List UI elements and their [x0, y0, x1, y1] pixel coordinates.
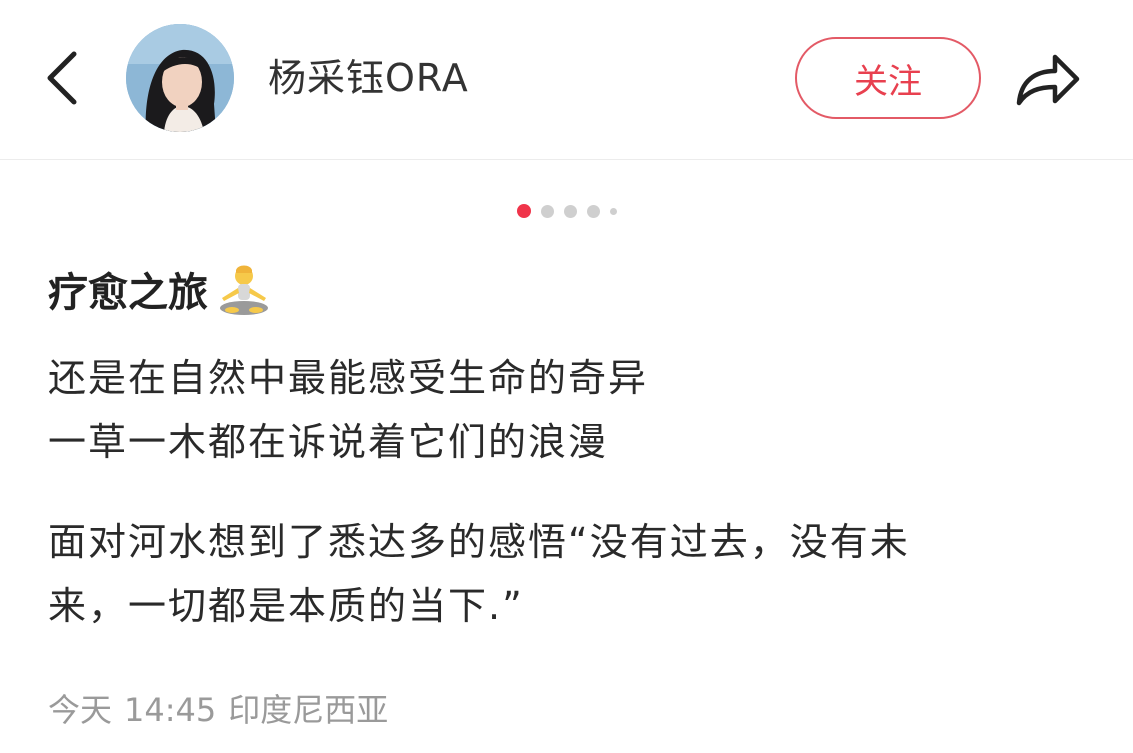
follow-button[interactable]: 关注	[795, 37, 981, 119]
carousel-dot	[563, 204, 577, 218]
avatar-image	[126, 24, 234, 132]
post-body-line: 还是在自然中最能感受生命的奇异	[48, 356, 649, 400]
post-body-line: 面对河水想到了悉达多的感悟“没有过去，没有未	[48, 520, 910, 564]
carousel-dot	[586, 204, 600, 218]
post-title-text: 疗愈之旅	[48, 270, 208, 316]
share-button[interactable]	[1008, 44, 1088, 114]
post-date: 今天	[48, 691, 113, 729]
lotus-position-icon	[212, 264, 276, 322]
share-arrow-icon	[1016, 54, 1080, 106]
avatar[interactable]	[126, 24, 234, 132]
post-title: 疗愈之旅	[48, 262, 276, 324]
carousel-dot	[540, 204, 554, 218]
carousel-indicator	[0, 202, 1133, 220]
post-location[interactable]: 印度尼西亚	[228, 691, 388, 729]
post-time: 14:45	[124, 691, 217, 729]
username[interactable]: 杨采钰ORA	[268, 50, 469, 106]
back-button[interactable]	[38, 48, 86, 108]
chevron-left-icon	[47, 51, 77, 105]
carousel-dot-active	[516, 204, 531, 218]
post-body-line: 一草一木都在诉说着它们的浪漫	[48, 420, 609, 464]
top-bar: 杨采钰ORA 关注	[0, 0, 1133, 160]
carousel-dot	[609, 207, 617, 215]
post-meta: 今天 14:45 印度尼西亚	[48, 686, 400, 734]
post-body-line: 来，一切都是本质的当下.”	[48, 584, 524, 628]
